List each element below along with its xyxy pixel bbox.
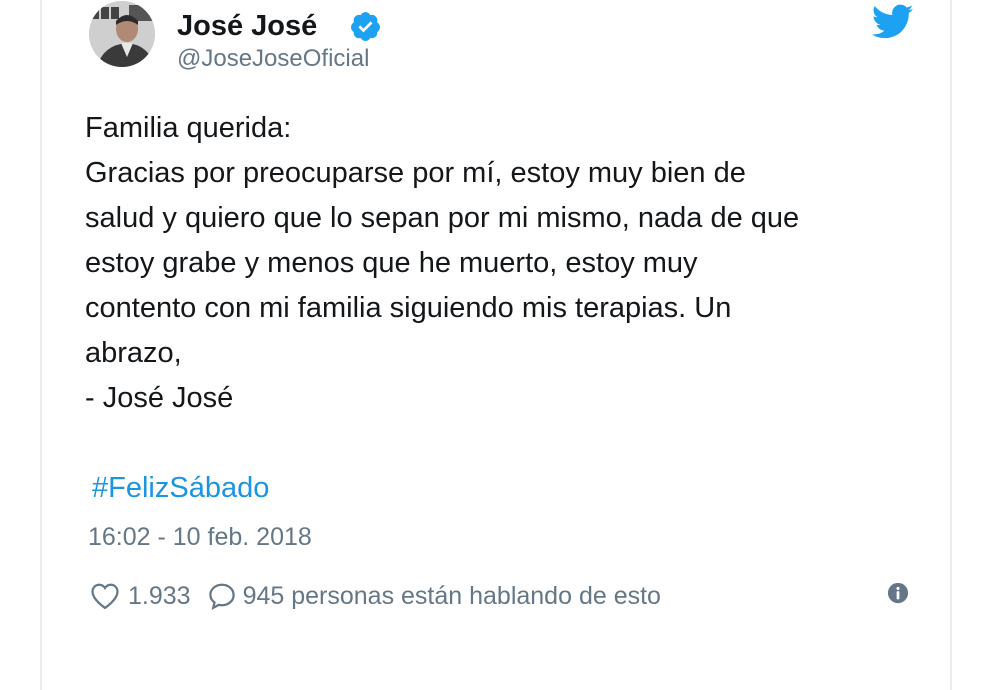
tweet-actions: 1.933 945 personas están hablando de est… [90, 578, 661, 614]
verified-badge-icon [351, 12, 380, 41]
tweet-text: Familia querida: Gracias por preocuparse… [85, 106, 925, 421]
user-handle[interactable]: @JoseJoseOficial [177, 45, 369, 73]
info-icon[interactable] [887, 582, 909, 604]
conversation-count[interactable]: 945 personas están hablando de esto [243, 582, 661, 611]
tweet-text-line: Familia querida: [85, 112, 292, 144]
tweet-timestamp[interactable]: 16:02 - 10 feb. 2018 [88, 522, 312, 552]
tweet-text-line: salud y quiero que lo sepan por mi mismo… [85, 202, 800, 234]
display-name[interactable]: José José [177, 9, 317, 43]
speech-bubble-icon[interactable] [207, 581, 237, 611]
twitter-bird-icon[interactable] [872, 4, 914, 40]
tweet-text-line: Gracias por preocuparse por mí, estoy mu… [85, 157, 746, 189]
heart-icon[interactable] [90, 582, 120, 610]
tweet-text-line: contento con mi familia siguiendo mis te… [85, 292, 732, 324]
hashtag-link[interactable]: #FelizSábado [92, 470, 269, 506]
tweet-text-line: - José José [85, 382, 234, 414]
tweet-text-line: abrazo, [85, 337, 182, 369]
tweet-card: José José @JoseJoseOficial Familia queri… [40, 0, 952, 690]
likes-count[interactable]: 1.933 [128, 582, 191, 611]
avatar[interactable] [89, 1, 155, 67]
tweet-text-line: estoy grabe y menos que he muerto, estoy… [85, 247, 698, 279]
